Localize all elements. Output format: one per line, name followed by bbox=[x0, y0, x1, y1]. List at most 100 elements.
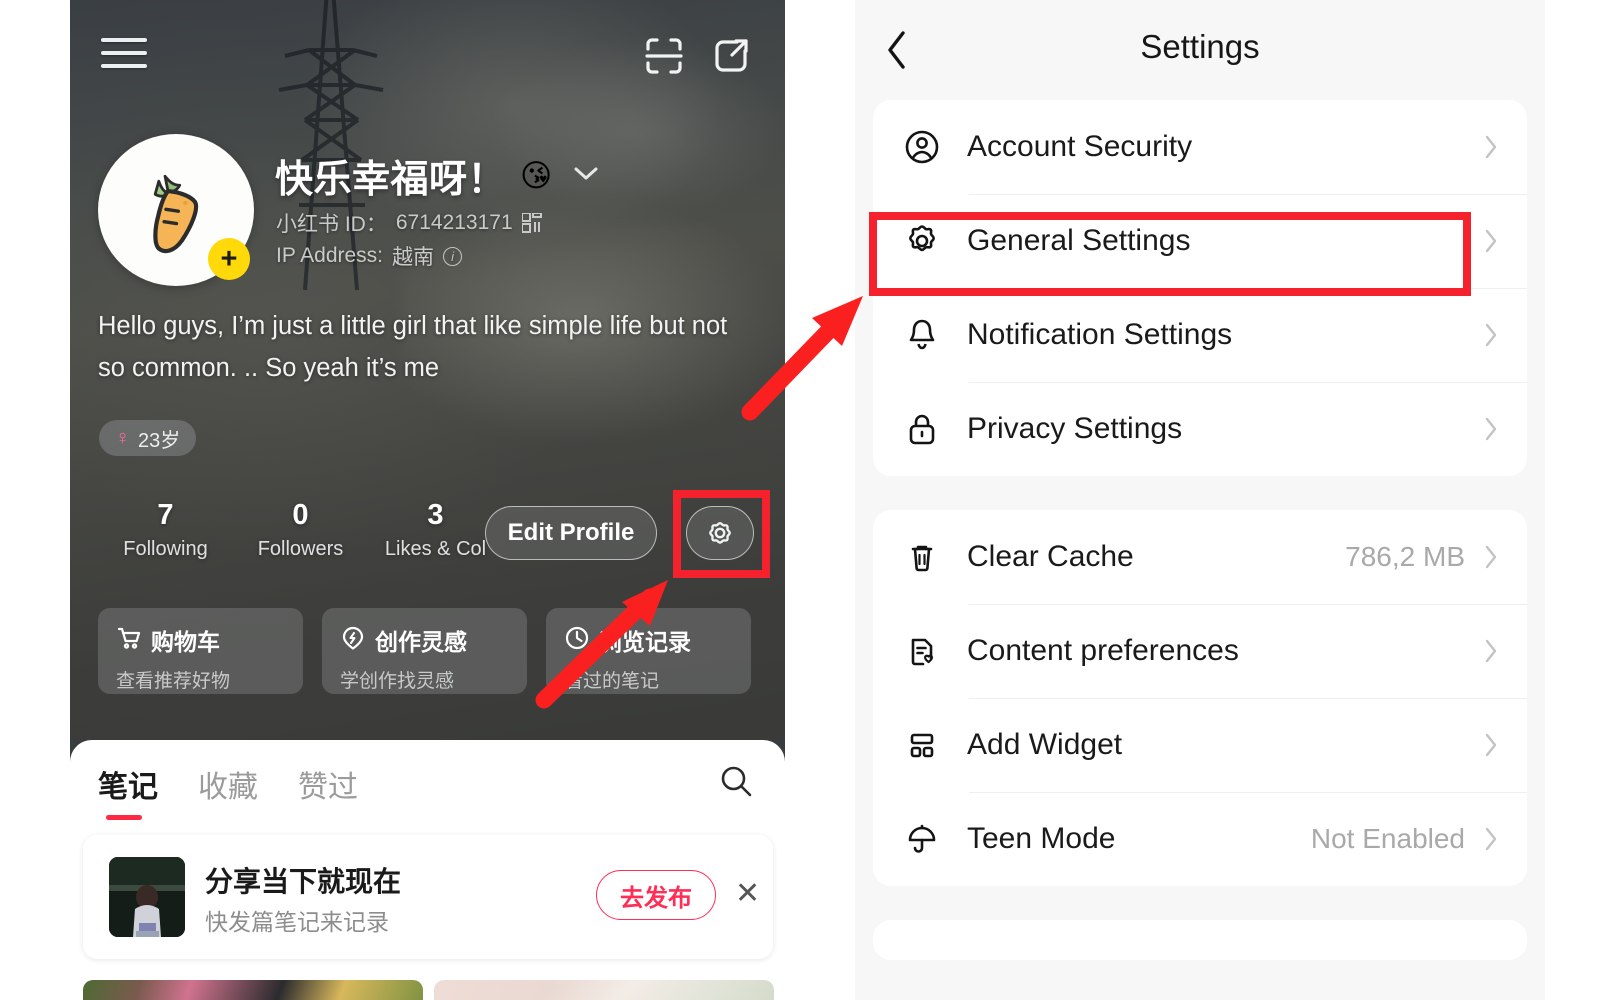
trash-icon bbox=[899, 537, 945, 577]
profile-id-label: 小红书 ID： bbox=[276, 213, 387, 236]
search-icon[interactable] bbox=[717, 762, 755, 805]
widget-grid-icon bbox=[899, 725, 945, 765]
profile-id-value: 6714213171 bbox=[395, 211, 513, 234]
stat-value: 0 bbox=[292, 499, 309, 531]
quick-cards: 购物车 查看推荐好物 创作灵感 学创作找灵感 浏览记录 看过的笔记 bbox=[98, 608, 751, 694]
settings-group-1: Account Security General Settings Notifi… bbox=[873, 100, 1527, 476]
publish-banner[interactable]: 分享当下就现在 快发篇笔记来记录 去发布 ✕ bbox=[83, 835, 773, 959]
notification-settings-row[interactable]: Notification Settings bbox=[873, 288, 1527, 382]
settings-header: Settings bbox=[855, 0, 1545, 100]
note-card[interactable] bbox=[434, 980, 774, 1000]
stat-label: Followers bbox=[257, 538, 344, 560]
stat-followers[interactable]: 0 Followers bbox=[233, 498, 368, 561]
stat-likes-collections[interactable]: 3 Likes & Col bbox=[368, 498, 503, 561]
add-avatar-badge[interactable]: + bbox=[208, 238, 250, 280]
female-gender-icon: ♀ bbox=[115, 427, 130, 449]
go-publish-button[interactable]: 去发布 bbox=[596, 870, 716, 920]
umbrella-icon bbox=[899, 819, 945, 859]
quick-card-title: 购物车 bbox=[151, 629, 220, 655]
gear-icon bbox=[899, 221, 945, 261]
profile-topbar bbox=[70, 0, 785, 110]
content-preferences-row[interactable]: Content preferences bbox=[873, 604, 1527, 698]
add-widget-row[interactable]: Add Widget bbox=[873, 698, 1527, 792]
row-label: Add Widget bbox=[967, 728, 1123, 761]
quick-card-title: 浏览记录 bbox=[599, 629, 691, 655]
chevron-right-icon bbox=[1481, 731, 1501, 759]
quick-card-inspiration[interactable]: 创作灵感 学创作找灵感 bbox=[322, 608, 527, 694]
profile-stats: 7 Following 0 Followers 3 Likes & Col bbox=[98, 498, 503, 561]
stat-value: 7 bbox=[157, 499, 174, 531]
chevron-right-icon bbox=[1481, 227, 1501, 255]
publish-thumbnail bbox=[109, 857, 185, 937]
profile-ip-label: IP Address: bbox=[276, 244, 384, 267]
teen-mode-row[interactable]: Teen Mode Not Enabled bbox=[873, 792, 1527, 886]
row-label: General Settings bbox=[967, 224, 1191, 257]
shopping-cart-icon bbox=[116, 625, 142, 656]
screenshot-root: + 快乐幸福呀！ 😘 小红书 ID： 6714213171 IP Address… bbox=[0, 0, 1600, 1000]
row-label: Privacy Settings bbox=[967, 412, 1183, 445]
row-label: Account Security bbox=[967, 130, 1193, 163]
profile-name: 快乐幸福呀！ bbox=[275, 159, 507, 201]
close-icon[interactable]: ✕ bbox=[735, 879, 760, 909]
note-preview-image bbox=[109, 857, 185, 937]
profile-id-row: 小红书 ID： 6714213171 bbox=[276, 208, 542, 238]
chevron-right-icon bbox=[1481, 637, 1501, 665]
lightning-pin-icon bbox=[340, 625, 366, 656]
quick-card-subtitle: 学创作找灵感 bbox=[340, 671, 455, 692]
row-value: 786,2 MB bbox=[1345, 541, 1465, 572]
row-label: Teen Mode bbox=[967, 822, 1116, 855]
quick-card-cart[interactable]: 购物车 查看推荐好物 bbox=[98, 608, 303, 694]
note-grid bbox=[83, 980, 774, 1000]
tab-collections[interactable]: 收藏 bbox=[198, 762, 258, 806]
row-value: Not Enabled bbox=[1310, 823, 1465, 854]
chevron-right-icon bbox=[1481, 415, 1501, 443]
profile-ip-row: IP Address: 越南 i bbox=[276, 241, 463, 271]
quick-card-title: 创作灵感 bbox=[375, 629, 467, 655]
chevron-right-icon bbox=[1481, 321, 1501, 349]
row-label: Content preferences bbox=[967, 634, 1239, 667]
account-security-row[interactable]: Account Security bbox=[873, 100, 1527, 194]
general-settings-row[interactable]: General Settings bbox=[873, 194, 1527, 288]
settings-group-2: Clear Cache 786,2 MB Content preferences bbox=[873, 510, 1527, 886]
profile-ip-value: 越南 bbox=[392, 246, 435, 269]
clock-history-icon bbox=[564, 625, 590, 656]
profile-name-row: 快乐幸福呀！ 😘 bbox=[275, 148, 600, 203]
profile-screen: + 快乐幸福呀！ 😘 小红书 ID： 6714213171 IP Address… bbox=[70, 0, 785, 1000]
settings-screen: Settings Account Security General Settin… bbox=[855, 0, 1545, 1000]
info-icon[interactable]: i bbox=[443, 246, 463, 266]
name-chevron-down-icon[interactable] bbox=[572, 164, 600, 187]
stat-value: 3 bbox=[427, 499, 444, 531]
tab-liked[interactable]: 赞过 bbox=[298, 762, 358, 806]
quick-card-subtitle: 看过的笔记 bbox=[564, 671, 660, 692]
gender-age-badge: ♀ 23岁 bbox=[99, 420, 197, 456]
row-label: Clear Cache bbox=[967, 540, 1134, 573]
chevron-right-icon bbox=[1481, 825, 1501, 853]
hamburger-menu-icon[interactable] bbox=[101, 38, 147, 74]
stat-label: Likes & Col bbox=[384, 538, 487, 560]
share-external-icon[interactable] bbox=[707, 32, 755, 80]
content-sheet: 笔记 收藏 赞过 分享当下就现在 快发篇笔记来记录 去发布 ✕ bbox=[70, 740, 785, 1000]
qr-code-icon[interactable] bbox=[520, 212, 542, 233]
settings-group-3 bbox=[873, 920, 1527, 960]
row-label: Notification Settings bbox=[967, 318, 1233, 351]
quick-card-history[interactable]: 浏览记录 看过的笔记 bbox=[546, 608, 751, 694]
edit-profile-button[interactable]: Edit Profile bbox=[485, 506, 657, 560]
account-circle-icon bbox=[899, 127, 945, 167]
lock-icon bbox=[899, 409, 945, 449]
document-heart-icon bbox=[899, 631, 945, 671]
bell-icon bbox=[899, 315, 945, 355]
kiss-emoji-icon: 😘 bbox=[520, 157, 553, 193]
quick-card-subtitle: 查看推荐好物 bbox=[116, 671, 231, 692]
tab-notes[interactable]: 笔记 bbox=[98, 762, 158, 820]
publish-subtitle: 快发篇笔记来记录 bbox=[205, 909, 389, 935]
note-card[interactable] bbox=[83, 980, 423, 1000]
chevron-right-icon bbox=[1481, 133, 1501, 161]
qr-scan-icon[interactable] bbox=[640, 32, 688, 80]
clear-cache-row[interactable]: Clear Cache 786,2 MB bbox=[873, 510, 1527, 604]
page-title: Settings bbox=[1140, 28, 1260, 65]
stat-following[interactable]: 7 Following bbox=[98, 498, 233, 561]
settings-gear-button[interactable] bbox=[686, 506, 754, 560]
gear-icon bbox=[709, 521, 731, 544]
privacy-settings-row[interactable]: Privacy Settings bbox=[873, 382, 1527, 476]
avatar[interactable]: + bbox=[98, 134, 254, 286]
